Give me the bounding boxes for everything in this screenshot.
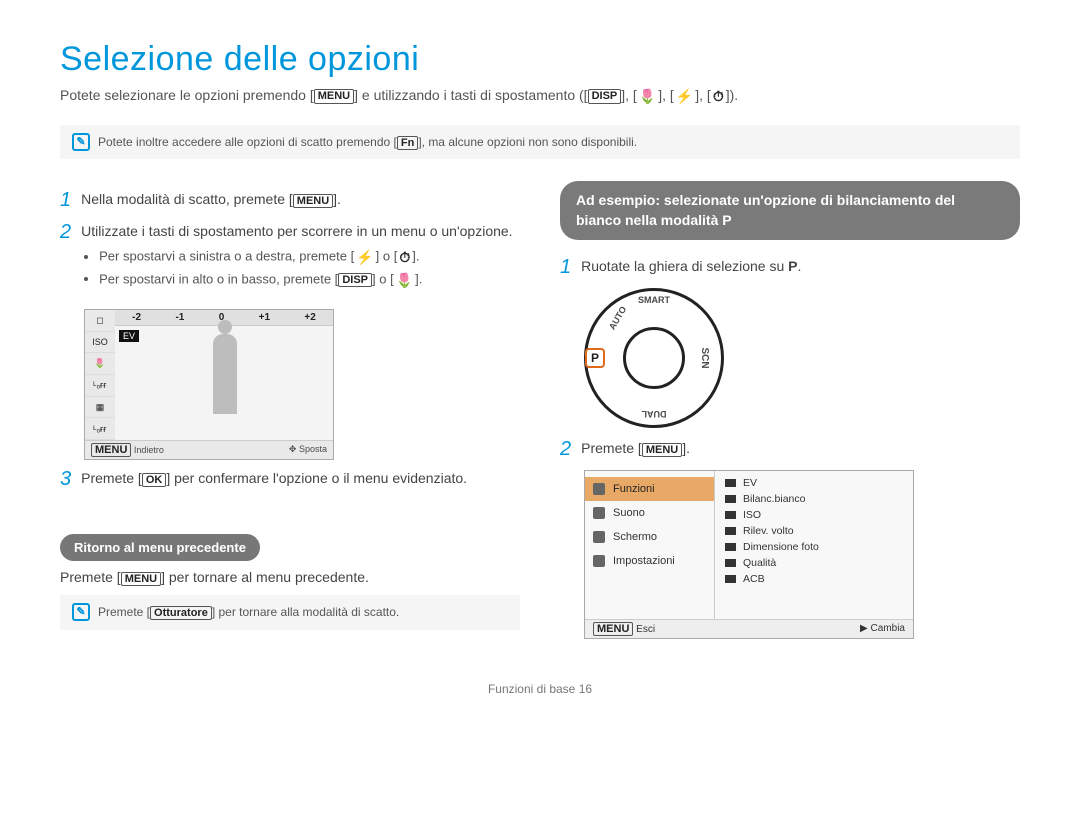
left-column: 1 Nella modalità di scatto, premete [MEN… [60,181,520,651]
flash-icon: ⚡ [674,86,695,107]
menu-tab-impostazioni: Impostazioni [585,549,714,573]
intro-mid: ] e utilizzando i tasti di spostamento (… [354,87,587,103]
macro-icon: 🌷 [394,269,415,291]
menu-tab-suono: Suono [585,501,714,525]
right-column: Ad esempio: selezionate un'opzione di bi… [560,181,1020,651]
note-fn: ✎ Potete inoltre accedere alle opzioni d… [60,125,1020,160]
step-2-bullet-1: Per spostarvi a sinistra o a destra, pre… [99,246,520,268]
dial-bottom: DUAL [642,409,667,419]
step-1: 1 Nella modalità di scatto, premete [MEN… [60,189,520,211]
dial-left: AUTO [607,305,628,332]
step-number: 2 [560,438,571,460]
step-2: 2 Utilizzate i tasti di spostamento per … [60,221,520,299]
menu-key: MENU [314,89,354,104]
move-icon: ✥ [289,444,297,454]
step-number: 2 [60,221,71,299]
dial-selected-p: P [585,348,605,368]
menu-key: MENU [293,194,333,208]
menu-key: MENU [91,443,131,457]
ev-side-item: ◻ [85,310,115,332]
intro-pre: Potete selezionare le opzioni premendo [ [60,87,314,103]
r-step-1: 1 Ruotate la ghiera di selezione su P. [560,256,1020,278]
ev-side-item: ᴸₒғғ [85,375,115,397]
example-heading: Ad esempio: selezionate un'opzione di bi… [560,181,1020,240]
menu-key: MENU [642,443,682,457]
menu-footer: MENU Esci ▶ Cambia [585,619,913,638]
menu-key: MENU [121,572,161,586]
flash-icon: ⚡ [354,246,375,268]
note-icon: ✎ [72,133,90,151]
ev-side-item: ISO [85,332,115,354]
intro-line: Potete selezionare le opzioni premendo [… [60,85,1020,107]
menu-item: EV [721,475,907,491]
ev-area: -2 -1 0 +1 +2 EV [115,310,333,440]
menu-tabs: Funzioni Suono Schermo Impostazioni [585,471,715,619]
macro-icon: 🌷 [637,86,658,107]
menu-item: Qualità [721,555,907,571]
note-shutter: ✎ Premete [Otturatore] per tornare alla … [60,595,520,630]
ev-side-item: ᴸₒғғ [85,418,115,440]
menu-item: ISO [721,507,907,523]
dial-right: SCN [699,348,710,369]
menu-item: Dimensione foto [721,539,907,555]
return-pill: Ritorno al menu precedente [60,534,260,561]
page-title: Selezione delle opzioni [60,40,1020,79]
menu-items: EV Bilanc.bianco ISO Rilev. volto Dimens… [715,471,913,619]
page-footer: Funzioni di base 16 [60,682,1020,696]
ok-key: OK [142,473,167,487]
step-2-bullet-2: Per spostarvi in alto o in basso, premet… [99,269,520,291]
ev-sidebar: ◻ ISO 🌷 ᴸₒғғ ▦ ᴸₒғғ [85,310,115,440]
manual-page: Selezione delle opzioni Potete seleziona… [0,0,1080,726]
ev-side-item: 🌷 [85,353,115,375]
mode-p: P [788,258,797,274]
return-text: Premete [MENU] per tornare al menu prece… [60,569,520,585]
menu-screen-illustration: Funzioni Suono Schermo Impostazioni EV B… [584,470,914,639]
menu-item: Rilev. volto [721,523,907,539]
menu-item: ACB [721,571,907,587]
timer-icon: ⏱ [711,86,726,107]
ev-silhouette [213,334,237,414]
menu-key: MENU [593,622,633,636]
ev-screen-illustration: ◻ ISO 🌷 ᴸₒғғ ▦ ᴸₒғғ -2 -1 0 +1 +2 [84,309,334,460]
note-icon: ✎ [72,603,90,621]
disp-key: DISP [338,273,372,287]
r-step-2: 2 Premete [MENU]. [560,438,1020,460]
play-icon: ▶ [860,623,868,634]
ev-side-item: ▦ [85,397,115,419]
dial-top: SMART [638,295,670,305]
disp-key: DISP [588,89,622,104]
ev-footer: MENU Indietro ✥ Sposta [85,440,333,459]
step-number: 1 [560,256,571,278]
fn-key: Fn [397,136,418,150]
mode-dial: SMART SCN DUAL AUTO P [584,288,724,428]
ev-label: EV [119,330,139,342]
menu-item: Bilanc.bianco [721,491,907,507]
dial-center [623,327,685,389]
timer-icon: ⏱ [397,246,412,268]
step-3: 3 Premete [OK] per confermare l'opzione … [60,468,520,490]
menu-tab-funzioni: Funzioni [585,477,714,501]
step-number: 1 [60,189,71,211]
step-number: 3 [60,468,71,490]
shutter-key: Otturatore [150,606,212,620]
menu-tab-schermo: Schermo [585,525,714,549]
